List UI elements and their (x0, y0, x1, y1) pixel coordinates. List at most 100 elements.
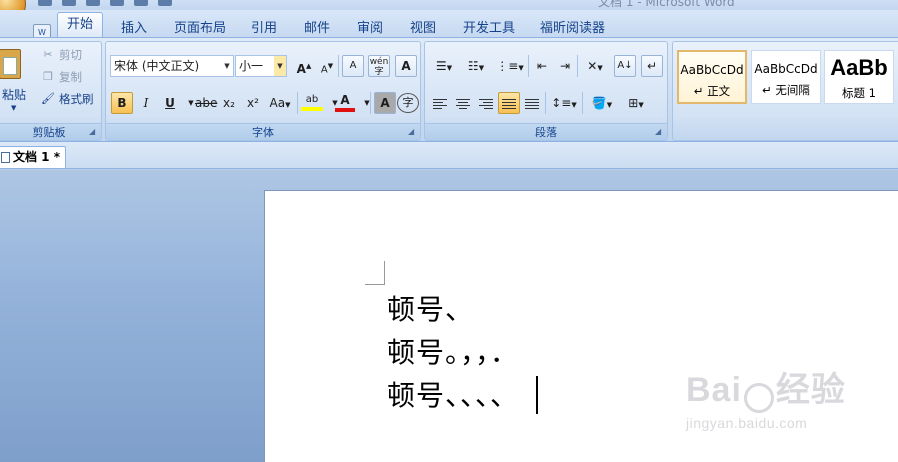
tab-references[interactable]: 引用 (251, 17, 277, 36)
italic-button[interactable]: I (135, 92, 157, 114)
shrink-font-button[interactable]: A▼ (316, 55, 338, 77)
distributed-button[interactable] (521, 92, 543, 114)
clipboard-group-label: 剪贴板 (0, 123, 101, 140)
underline-button[interactable]: U (159, 92, 181, 114)
clipboard-group: 粘贴 ▼ ✂ 剪切 ❐ 复制 🖌 格式刷 剪贴板 ◢ (0, 41, 102, 141)
paste-dropdown-icon[interactable]: ▼ (11, 104, 16, 112)
tab-developer[interactable]: 开发工具 (463, 17, 515, 36)
tab-insert[interactable]: 插入 (121, 17, 147, 36)
borders-button[interactable]: ⊞▼ (621, 92, 651, 114)
paragraph-launcher-icon[interactable]: ◢ (655, 128, 664, 137)
bold-button[interactable]: B (111, 92, 133, 114)
document-line-1[interactable]: 顿号、 (387, 288, 474, 328)
char-border-button[interactable]: A (395, 55, 417, 77)
tab-home[interactable]: 开始 (57, 12, 103, 39)
tab-page-layout[interactable]: 页面布局 (174, 17, 226, 36)
font-group: 宋体 (中文正文) ▼ 小一 ▼ A▲ A▼ A wén 字 A B I U ▼ … (105, 41, 421, 141)
divider (370, 92, 371, 114)
style-no-spacing[interactable]: AaBbCcDd ↵ 无间隔 (751, 50, 821, 104)
font-size-value: 小一 (239, 59, 264, 73)
align-right-icon (479, 98, 493, 110)
clipboard-launcher-icon[interactable]: ◢ (89, 128, 98, 137)
baidu-jingyan-watermark: Bai 经验 jingyan.baidu.com (686, 362, 846, 431)
bullets-button[interactable]: ☰▼ (429, 55, 459, 77)
paw-icon (743, 382, 774, 413)
style-preview: AaBbCcDd (680, 63, 744, 77)
tab-review[interactable]: 审阅 (357, 17, 383, 36)
open-icon[interactable] (158, 0, 172, 6)
document-icon (1, 152, 10, 163)
paste-button[interactable] (0, 47, 23, 81)
styles-group: AaBbCcDd ↵ 正文 AaBbCcDd ↵ 无间隔 AaBb 标题 1 (672, 41, 898, 141)
print-preview-icon[interactable] (110, 0, 124, 6)
numbering-button[interactable]: ☷▼ (461, 55, 491, 77)
grow-font-button[interactable]: A▲ (293, 55, 315, 77)
font-color-swatch (335, 108, 355, 112)
justify-button[interactable] (498, 92, 520, 114)
font-size-select[interactable]: 小一 ▼ (235, 55, 287, 77)
new-doc-icon[interactable] (134, 0, 148, 6)
increase-indent-button[interactable]: ⇥ (554, 55, 576, 77)
document-tab[interactable]: 文档 1 * (0, 146, 66, 168)
sort-button[interactable]: A↓ (614, 55, 636, 77)
align-right-button[interactable] (475, 92, 497, 114)
clear-format-button[interactable]: A (342, 55, 364, 77)
align-left-icon (433, 98, 447, 110)
title-bar: 文档 1 - Microsoft Word (0, 0, 898, 24)
align-left-button[interactable] (429, 92, 451, 114)
align-center-button[interactable] (452, 92, 474, 114)
highlight-button[interactable]: ab (300, 92, 324, 114)
watermark-brand-2: 经验 (775, 371, 846, 409)
tab-mailings[interactable]: 邮件 (304, 17, 330, 36)
highlight-color-swatch (301, 107, 323, 111)
enclose-char-button[interactable]: 字 (397, 93, 419, 113)
multilevel-list-button[interactable]: ⋮≡▼ (495, 55, 525, 77)
divider (528, 55, 529, 77)
superscript-button[interactable]: x² (242, 92, 264, 114)
cut-button[interactable]: ✂ 剪切 (41, 47, 82, 63)
style-preview: AaBbCcDd (754, 62, 818, 76)
undo-icon[interactable] (62, 0, 76, 6)
show-marks-button[interactable]: ↵ (641, 55, 663, 77)
ribbon: 粘贴 ▼ ✂ 剪切 ❐ 复制 🖌 格式刷 剪贴板 ◢ 宋体 (中文正文) ▼ 小… (0, 37, 898, 142)
decrease-indent-button[interactable]: ⇤ (531, 55, 553, 77)
paintbrush-icon: 🖌 (41, 92, 55, 105)
strikethrough-button[interactable]: abe (194, 92, 218, 114)
style-name: ↵ 正文 (693, 84, 731, 98)
divider (582, 92, 583, 114)
tab-foxit-reader[interactable]: 福昕阅读器 (540, 17, 605, 36)
copy-icon: ❐ (43, 70, 53, 83)
chinese-layout-button[interactable]: ✕▼ (580, 55, 610, 77)
char-shading-button[interactable]: A (374, 92, 396, 114)
subscript-button[interactable]: x₂ (218, 92, 240, 114)
paste-label[interactable]: 粘贴 (2, 86, 26, 103)
style-normal[interactable]: AaBbCcDd ↵ 正文 (677, 50, 747, 104)
redo-icon[interactable] (86, 0, 100, 6)
font-launcher-icon[interactable]: ◢ (408, 128, 417, 137)
shading-button[interactable]: 🪣▼ (586, 92, 618, 114)
watermark-brand: Bai (686, 371, 742, 409)
font-color-button[interactable]: A (334, 92, 356, 114)
format-painter-label: 格式刷 (59, 92, 94, 106)
paragraph-group: ☰▼ ☷▼ ⋮≡▼ ⇤ ⇥ ✕▼ A↓ ↵ ↕≡▼ 🪣▼ ⊞▼ 段落 ◢ (424, 41, 668, 141)
style-heading-1[interactable]: AaBb 标题 1 (824, 50, 894, 104)
text-cursor (536, 376, 538, 414)
font-name-value: 宋体 (中文正文) (114, 59, 200, 73)
save-icon[interactable] (38, 0, 52, 6)
copy-button[interactable]: ❐ 复制 (41, 69, 82, 85)
phonetic-guide-button[interactable]: wén 字 (368, 55, 390, 77)
distributed-icon (525, 98, 539, 110)
chevron-down-icon: ▼ (274, 56, 286, 76)
scissors-icon: ✂ (43, 48, 53, 61)
document-line-3[interactable]: 顿号、、、、 (387, 374, 519, 414)
paper-icon (3, 57, 17, 75)
style-name: 标题 1 (842, 86, 876, 100)
font-name-select[interactable]: 宋体 (中文正文) ▼ (110, 55, 234, 77)
cut-label: 剪切 (59, 48, 82, 62)
format-painter-button[interactable]: 🖌 格式刷 (41, 91, 94, 107)
line-spacing-button[interactable]: ↕≡▼ (549, 92, 579, 114)
quick-access-toolbar (38, 0, 172, 6)
change-case-button[interactable]: Aa▼ (266, 92, 294, 114)
document-line-2[interactable]: 顿号。，，． (387, 331, 519, 371)
tab-view[interactable]: 视图 (410, 17, 436, 36)
